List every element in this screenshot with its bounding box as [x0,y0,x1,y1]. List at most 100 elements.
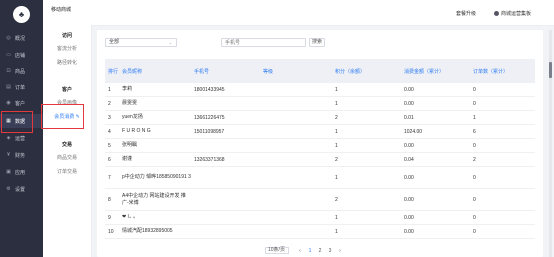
cell-rank: 4 [105,124,119,139]
cell-orders: 0 [470,83,535,97]
cell-level [260,188,332,211]
cell-orders: 0 [470,224,535,239]
sidebar-item-label: 设置 [15,186,26,193]
cell-rank: 8 [105,188,119,211]
sidebar-item-label: 运营 [15,135,26,142]
cell-orders: 0 [470,188,535,211]
page-button-3[interactable]: 3 [325,248,335,254]
marketing-icon: ◈ [6,135,11,141]
col-rank: 排行 [105,59,119,83]
table-row: 6 谢谨 13263371368 2 0.04 2 [105,152,535,167]
table-row: 4F U R O N G 15011098957 1 1024.00 6 [105,124,535,139]
subnav-group-customer: 客户 会员画像 会员消费 ✎ [43,86,91,127]
col-level: 等级 [260,59,332,83]
cell-level [260,210,332,225]
cell-phone [191,224,260,239]
col-phone: 手机号 [191,59,260,83]
subnav-item-traffic[interactable]: 客流分析 [43,45,91,52]
cell-spend: 0.00 [401,166,470,189]
table-row: 8 A4中企动力 网站建设开发 推广-米博 2 0.00 0 [105,188,535,211]
edit-icon: ✎ [75,114,80,120]
cell-points: 1 [332,124,401,139]
col-spend: 消费金额（累计） [401,59,470,83]
cell-spend: 0.00 [401,83,470,97]
prev-page-button[interactable]: ‹ [295,248,305,254]
subnav-item-goods-trade[interactable]: 商品交易 [43,154,91,161]
cell-rank: 5 [105,138,119,153]
cell-points: 2 [332,152,401,167]
search-button[interactable]: 搜索 [309,38,325,47]
next-page-button[interactable]: › [335,248,345,254]
sidebar-item-home[interactable]: ◎ 概况 [0,31,43,45]
sidebar-item-settings[interactable]: ⚙ 设置 [0,182,43,196]
cell-spend: 0.00 [401,96,470,111]
chevron-down-icon: ⌄ [168,40,172,45]
col-nickname: 会员昵称 [119,59,191,83]
page-button-2[interactable]: 2 [315,248,325,254]
sidebar-item-data[interactable]: ▦ 数据 [0,114,43,128]
cell-points: 2 [332,110,401,125]
page-size-select[interactable]: 10条/页 [265,247,289,254]
cell-nickname: p中企动力 邹晔18585090191 3 [119,166,191,189]
cell-orders: 2 [470,152,535,167]
cell-rank: 6 [105,152,119,167]
store-logo[interactable]: ♣ [13,6,30,23]
page-button-1[interactable]: 1 [305,248,315,254]
cell-points: 1 [332,166,401,189]
sidebar-item-customer[interactable]: ◉ 客户 [0,96,43,110]
subnav-group-title: 客户 [61,87,72,93]
subnav-item-member-profile[interactable]: 会员画像 [43,99,91,106]
phone-search-input[interactable] [221,38,306,47]
table-row: 1 李莉 18001433945 1 0.00 0 [105,83,535,97]
cell-level [260,124,332,139]
table-body: 1 李莉 18001433945 1 0.00 0 2 晨雯雯 1 0.00 0 3 yuen龙扬 136… [105,83,535,239]
cell-nickname: 谢谨 [119,152,191,167]
cell-nickname: A4中企动力 网站建设开发 推广-米博 [119,188,191,211]
cell-orders: 6 [470,124,535,139]
sidebar-item-label: 客户 [15,100,26,107]
cell-rank: 1 [105,83,119,97]
cell-orders: 0 [470,96,535,111]
subnav-item-member-spend[interactable]: 会员消费 ✎ [43,113,91,120]
cell-points: 1 [332,224,401,239]
subnav-item-path[interactable]: 路径转化 [43,59,91,66]
upgrade-link[interactable]: 套餐升级 [456,10,476,17]
cell-phone: 18001433945 [191,83,260,97]
subnav-item-order-trade[interactable]: 订单交易 [43,168,91,175]
cell-nickname: F U R O N G [119,124,191,139]
sidebar-item-label: 数据 [15,118,26,125]
shop-icon: ▭ [6,52,11,58]
user-menu[interactable]: 商城运营集板 [494,10,531,17]
scrollbar-thumb[interactable] [549,62,552,78]
cell-nickname: 晨雯雯 [119,96,191,111]
table-row: 2 晨雯雯 1 0.00 0 [105,96,535,111]
cell-nickname: 李莉 [119,83,191,97]
subnav-group-title: 访问 [61,33,72,39]
table-header-row: 排行 会员昵称 手机号 等级 积分（余额） 消费金额（累计） 订单数（累计） [105,59,535,83]
cell-spend: 1024.00 [401,124,470,139]
table-row: 10 情城汽配18932895005 1 0.00 0 [105,224,535,239]
cell-level [260,224,332,239]
sidebar-item-shop[interactable]: ▭ 店铺 [0,48,43,62]
sidebar-item-marketing[interactable]: ◈ 运营 [0,131,43,145]
finance-icon: ¥ [7,152,10,158]
store-name: 移动商城 [51,7,72,13]
cell-phone [191,166,260,189]
member-filter-select[interactable]: 全部 ⌄ [105,38,177,47]
cell-spend: 0.04 [401,152,470,167]
sub-sidebar: 移动商城 访问 客流分析 路径转化 客户 会员画像 会员消费 ✎ 交易 商品交易… [43,0,92,257]
cell-orders: 0 [470,210,535,225]
sidebar-item-goods[interactable]: ⊡ 商品 [0,64,43,78]
sidebar-item-label: 财务 [15,152,26,159]
sidebar-item-order[interactable]: ▤ 订单 [0,80,43,94]
cell-orders: 0 [470,138,535,153]
cell-rank: 2 [105,96,119,111]
cell-nickname: yuen龙扬 [119,110,191,125]
cell-points: 1 [332,96,401,111]
cell-points: 1 [332,210,401,225]
sidebar-item-finance[interactable]: ¥ 财务 [0,148,43,162]
sidebar-item-app[interactable]: ▣ 应用 [0,165,43,179]
user-avatar-icon [494,11,499,16]
page-scrollbar[interactable] [549,30,552,257]
cell-phone [191,188,260,211]
